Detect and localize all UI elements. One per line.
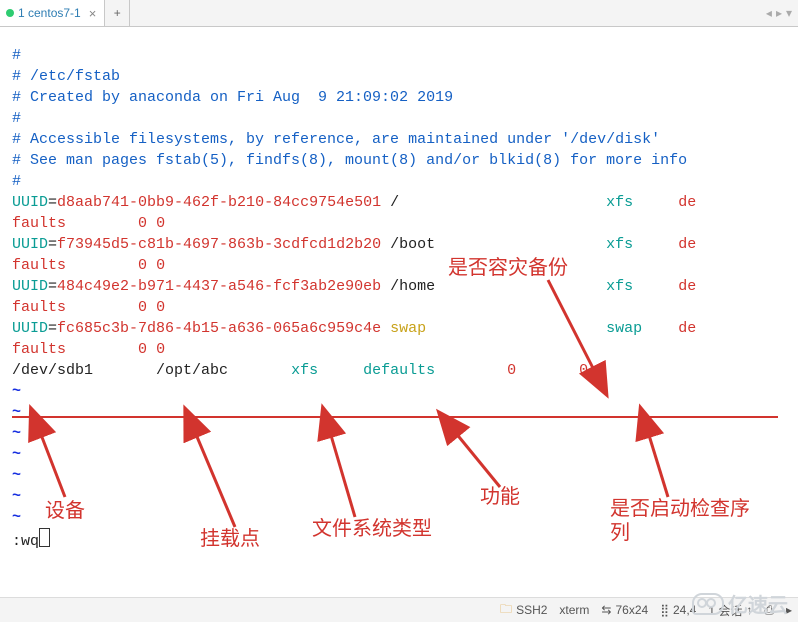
fstab-entry: UUID=f73945d5-c81b-4697-863b-3cdfcd1d2b2… xyxy=(12,234,790,255)
mount-point: /boot xyxy=(390,236,435,253)
uuid-keyword: UUID xyxy=(12,278,48,295)
comment-line: # xyxy=(12,45,790,66)
mount-point: /opt/abc xyxy=(156,362,228,379)
uuid-keyword: UUID xyxy=(12,320,48,337)
dump: 0 xyxy=(138,215,147,232)
tab-spacer xyxy=(130,0,760,26)
fs-type: xfs xyxy=(291,362,318,379)
uuid-value: f73945d5-c81b-4697-863b-3cdfcd1d2b20 xyxy=(57,236,381,253)
opts-de: de xyxy=(678,278,696,295)
opts-de: de xyxy=(678,320,696,337)
plus-icon: + xyxy=(114,6,121,20)
uuid-keyword: UUID xyxy=(12,194,48,211)
vim-tilde: ~ xyxy=(12,423,790,444)
equals: = xyxy=(48,320,57,337)
pos-icon: ⣿ xyxy=(660,603,669,617)
tab-bar: 1 centos7-1 × + ◂ ▸ ▾ xyxy=(0,0,798,27)
vim-tilde: ~ xyxy=(12,381,790,402)
fs-type: xfs xyxy=(606,278,633,295)
fstab-entry-cont: faults 0 0 xyxy=(12,213,790,234)
comment-line: # /etc/fstab xyxy=(12,66,790,87)
vim-tilde: ~ xyxy=(12,507,790,528)
fs-type: xfs xyxy=(606,236,633,253)
uuid-value: fc685c3b-7d86-4b15-a636-065a6c959c4e xyxy=(57,320,381,337)
fstab-new-entry: /dev/sdb1 /opt/abc xfs defaults 0 0 xyxy=(12,360,790,381)
dump: 0 xyxy=(507,362,516,379)
uuid-keyword: UUID xyxy=(12,236,48,253)
fstab-entry-cont: faults 0 0 xyxy=(12,255,790,276)
mount-point: / xyxy=(390,194,399,211)
status-proto: 🗀 SSH2 xyxy=(500,600,547,621)
vim-tilde: ~ xyxy=(12,486,790,507)
pass: 0 xyxy=(579,362,588,379)
vim-tilde: ~ xyxy=(12,465,790,486)
comment-line: # xyxy=(12,171,790,192)
status-term: xterm xyxy=(559,603,589,617)
status-size-label: 76x24 xyxy=(615,603,648,617)
comment-line: # Accessible filesystems, by reference, … xyxy=(12,129,790,150)
comment-line: # Created by anaconda on Fri Aug 9 21:09… xyxy=(12,87,790,108)
mount-point: /home xyxy=(390,278,435,295)
fstab-entry: UUID=484c49e2-b971-4437-a546-fcf3ab2e90e… xyxy=(12,276,790,297)
status-size: ⇆ 76x24 xyxy=(601,603,648,617)
annotation-underline xyxy=(12,416,778,418)
vim-tilde: ~ xyxy=(12,402,790,423)
comment-line: # See man pages fstab(5), findfs(8), mou… xyxy=(12,150,790,171)
watermark-icon xyxy=(692,593,724,615)
options: defaults xyxy=(363,362,435,379)
tab-next-icon[interactable]: ▸ xyxy=(776,6,782,20)
fstab-entry-cont: faults 0 0 xyxy=(12,339,790,360)
fstab-entry: UUID=fc685c3b-7d86-4b15-a636-065a6c959c4… xyxy=(12,318,790,339)
status-cursor: ⣿24,4 xyxy=(660,603,696,617)
dump: 0 xyxy=(138,257,147,274)
mount-point: swap xyxy=(390,320,426,337)
opts-de: de xyxy=(678,236,696,253)
dump: 0 xyxy=(138,299,147,316)
equals: = xyxy=(48,236,57,253)
equals: = xyxy=(48,278,57,295)
uuid-value: 484c49e2-b971-4437-a546-fcf3ab2e90eb xyxy=(57,278,381,295)
vim-command-line[interactable]: :wq xyxy=(12,528,790,549)
tab-nav: ◂ ▸ ▾ xyxy=(760,0,798,26)
pass: 0 xyxy=(156,341,165,358)
vim-tilde: ~ xyxy=(12,444,790,465)
fstab-entry-cont: faults 0 0 xyxy=(12,297,790,318)
opts-faults: faults xyxy=(12,341,66,358)
tab-centos7-1[interactable]: 1 centos7-1 × xyxy=(0,0,105,26)
new-tab-button[interactable]: + xyxy=(105,0,130,26)
watermark-text: 亿速云 xyxy=(728,589,788,618)
fs-type: swap xyxy=(606,320,642,337)
close-icon[interactable]: × xyxy=(85,6,97,21)
opts-faults: faults xyxy=(12,299,66,316)
tab-menu-icon[interactable]: ▾ xyxy=(786,6,792,20)
tab-title: 1 centos7-1 xyxy=(18,6,81,20)
status-proto-label: SSH2 xyxy=(516,603,547,617)
vim-command: :wq xyxy=(12,533,39,550)
uuid-value: d8aab741-0bb9-462f-b210-84cc9754e501 xyxy=(57,194,381,211)
pass: 0 xyxy=(156,215,165,232)
fstab-entry: UUID=d8aab741-0bb9-462f-b210-84cc9754e50… xyxy=(12,192,790,213)
opts-faults: faults xyxy=(12,215,66,232)
dump: 0 xyxy=(138,341,147,358)
status-bar: 🗀SSH2 xterm ⇆76x24 ⣿24,4 1 会话↑ ⎙ ▸ xyxy=(0,597,798,622)
fs-type: xfs xyxy=(606,194,633,211)
tab-prev-icon[interactable]: ◂ xyxy=(766,6,772,20)
pass: 0 xyxy=(156,299,165,316)
device: /dev/sdb1 xyxy=(12,362,93,379)
opts-de: de xyxy=(678,194,696,211)
folder-icon: 🗀 xyxy=(500,600,512,621)
status-dot-icon xyxy=(6,9,14,17)
pass: 0 xyxy=(156,257,165,274)
comment-line: # xyxy=(12,108,790,129)
cursor-icon xyxy=(39,528,50,547)
terminal[interactable]: # # /etc/fstab # Created by anaconda on … xyxy=(0,27,798,573)
equals: = xyxy=(48,194,57,211)
opts-faults: faults xyxy=(12,257,66,274)
watermark: 亿速云 xyxy=(692,589,788,618)
size-icon: ⇆ xyxy=(601,603,611,617)
